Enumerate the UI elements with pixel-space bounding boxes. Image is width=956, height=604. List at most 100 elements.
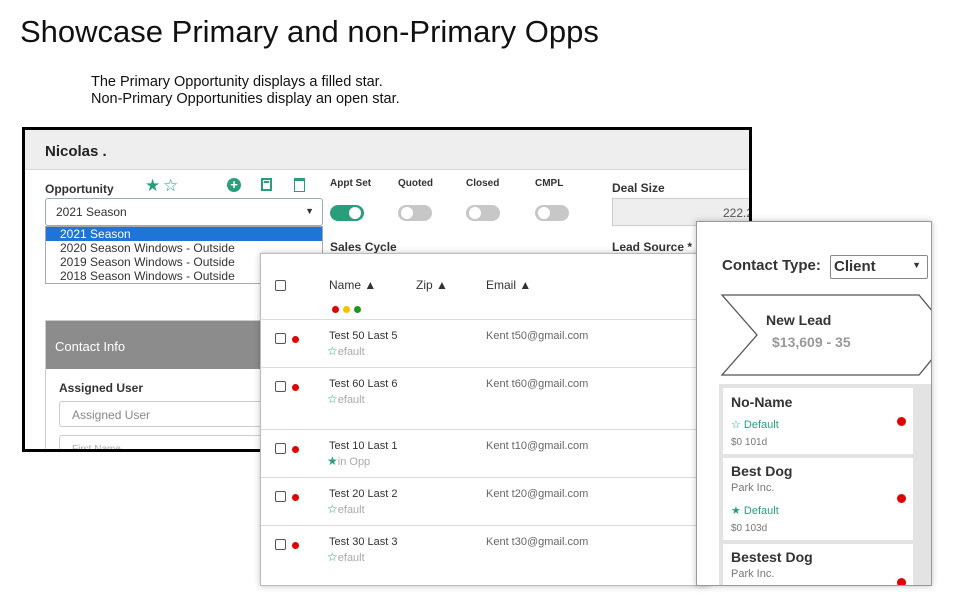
table-row[interactable]: Test 20 Last 2 Kent t20@gmail.com ☆efaul… <box>261 477 709 525</box>
opportunity-tag-text: efault <box>337 394 365 406</box>
slide-title: Showcase Primary and non-Primary Opps <box>20 14 599 49</box>
deal-card-title: Best Dog <box>731 463 793 479</box>
stage-title: New Lead <box>766 312 832 328</box>
opportunity-tag: ☆efault <box>327 392 365 406</box>
contact-name[interactable]: Test 30 Last 3 <box>329 536 398 548</box>
green-dot[interactable] <box>354 306 361 313</box>
contact-name[interactable]: Test 10 Last 1 <box>329 440 398 452</box>
pipeline-board-panel: Contact Type: Client ▼ New Lead $13,609 … <box>696 221 932 586</box>
assigned-user-input[interactable]: Assigned User <box>59 401 285 427</box>
status-dot <box>897 417 906 426</box>
toggle-closed[interactable] <box>466 205 500 221</box>
first-name-input[interactable]: First Name <box>59 435 285 449</box>
contact-type-select[interactable]: Client ▼ <box>830 255 928 279</box>
status-label-appt-set: Appt Set <box>330 178 372 189</box>
table-row[interactable]: Test 10 Last 1 Kent t10@gmail.com ★in Op… <box>261 429 709 477</box>
add-opportunity-icon[interactable]: + <box>227 178 241 192</box>
assigned-user-label: Assigned User <box>59 381 144 395</box>
deal-card-meta: $0 101d <box>731 437 768 448</box>
contact-email: Kent t30@gmail.com <box>486 536 589 548</box>
status-dot <box>292 336 299 343</box>
column-header-name[interactable]: Name ▲ <box>329 278 376 292</box>
contact-info-title: Contact Info <box>55 339 126 354</box>
row-checkbox[interactable] <box>275 443 286 454</box>
opportunity-tag: ☆efault <box>327 502 365 516</box>
star-filled-icon[interactable]: ★ <box>145 176 160 196</box>
contact-email: Kent t20@gmail.com <box>486 488 589 500</box>
toggle-cmpl[interactable] <box>535 205 569 221</box>
opportunity-tag-text: efault <box>337 552 365 564</box>
deal-card-company: Park Inc. <box>731 568 775 580</box>
column-header-zip[interactable]: Zip ▲ <box>416 278 448 292</box>
deal-card-title: No-Name <box>731 394 793 410</box>
deal-card[interactable]: Best Dog Park Inc. ★ Default $0 103d <box>723 458 913 540</box>
contact-name: Nicolas . <box>45 143 107 160</box>
row-checkbox[interactable] <box>275 333 286 344</box>
contact-name[interactable]: Test 60 Last 6 <box>329 378 398 390</box>
opportunity-label: Opportunity <box>45 182 114 196</box>
star-filled-icon[interactable]: ★ <box>327 454 338 468</box>
stage-amount: $13,609 - 35 <box>772 334 851 350</box>
opportunity-tag-text: in Opp <box>337 456 371 468</box>
contacts-table-panel: Name ▲ Zip ▲ Email ▲ Test 50 Last 5 Kent… <box>260 253 710 586</box>
star-open-icon[interactable]: ☆ <box>163 176 178 196</box>
contact-email: Kent t60@gmail.com <box>486 378 589 390</box>
table-row[interactable]: Test 60 Last 6 Kent t60@gmail.com ☆efaul… <box>261 367 709 429</box>
contact-type-value: Client <box>834 258 876 275</box>
note-line-2: Non-Primary Opportunities display an ope… <box>91 91 400 107</box>
toggle-quoted[interactable] <box>398 205 432 221</box>
select-all-checkbox[interactable] <box>275 280 286 291</box>
yellow-dot[interactable] <box>343 306 350 313</box>
opportunity-tag-text: efault <box>337 346 365 358</box>
contact-info-header: Contact Info <box>46 321 284 369</box>
opportunity-tag: ★in Opp <box>327 454 370 468</box>
lead-source-label: Lead Source * <box>612 240 693 254</box>
chevron-down-icon: ▼ <box>305 206 314 216</box>
opportunity-select[interactable]: 2021 Season ▼ <box>45 198 323 226</box>
contact-email: Kent t10@gmail.com <box>486 440 589 452</box>
status-dot <box>292 446 299 453</box>
star-open-icon[interactable]: ☆ <box>327 502 338 516</box>
deal-card[interactable]: No-Name ☆ Default $0 101d <box>723 388 913 454</box>
status-label-closed: Closed <box>466 178 500 189</box>
contact-type-label: Contact Type: <box>722 257 821 274</box>
red-dot[interactable] <box>332 306 339 313</box>
star-open-icon[interactable]: ☆ <box>327 392 338 406</box>
table-row[interactable]: Test 30 Last 3 Kent t30@gmail.com ☆efaul… <box>261 525 709 585</box>
deal-card-default: ★ Default <box>731 505 779 517</box>
status-dot <box>897 578 906 585</box>
deal-card-title: Bestest Dog <box>731 549 813 565</box>
deal-card-company: Park Inc. <box>731 482 775 494</box>
contact-email: Kent t50@gmail.com <box>486 330 589 342</box>
deal-card[interactable]: Bestest Dog Park Inc. <box>723 544 913 585</box>
table-row[interactable]: Test 50 Last 5 Kent t50@gmail.com ☆efaul… <box>261 319 709 367</box>
row-checkbox[interactable] <box>275 539 286 550</box>
contact-name[interactable]: Test 20 Last 2 <box>329 488 398 500</box>
status-dot-legend <box>332 300 365 318</box>
status-dot <box>897 494 906 503</box>
sales-cycle-label: Sales Cycle <box>330 240 397 254</box>
contact-name[interactable]: Test 50 Last 5 <box>329 330 398 342</box>
status-dot <box>292 384 299 391</box>
toggle-appt-set[interactable] <box>330 205 364 221</box>
status-label-cmpl: CMPL <box>535 178 564 189</box>
opportunity-select-value: 2021 Season <box>56 205 127 219</box>
opportunity-tag: ☆efault <box>327 550 365 564</box>
column-header-email[interactable]: Email ▲ <box>486 278 531 292</box>
calculator-icon[interactable] <box>261 178 272 191</box>
status-dot <box>292 494 299 501</box>
contact-info-card: Contact Info Assigned User Assigned User… <box>45 320 285 449</box>
opportunity-option[interactable]: 2021 Season <box>46 227 322 241</box>
opportunity-tag: ☆efault <box>327 344 365 358</box>
row-checkbox[interactable] <box>275 491 286 502</box>
star-open-icon[interactable]: ☆ <box>327 344 338 358</box>
deal-card-default: ☆ Default <box>731 419 779 431</box>
deal-card-meta: $0 103d <box>731 523 768 534</box>
row-checkbox[interactable] <box>275 381 286 392</box>
star-open-icon[interactable]: ☆ <box>327 550 338 564</box>
trash-icon[interactable] <box>294 178 305 192</box>
note-line-1: The Primary Opportunity displays a fille… <box>91 74 383 90</box>
contact-header: Nicolas . <box>25 130 749 170</box>
opportunity-tag-text: efault <box>337 504 365 516</box>
chevron-down-icon: ▼ <box>912 260 921 270</box>
